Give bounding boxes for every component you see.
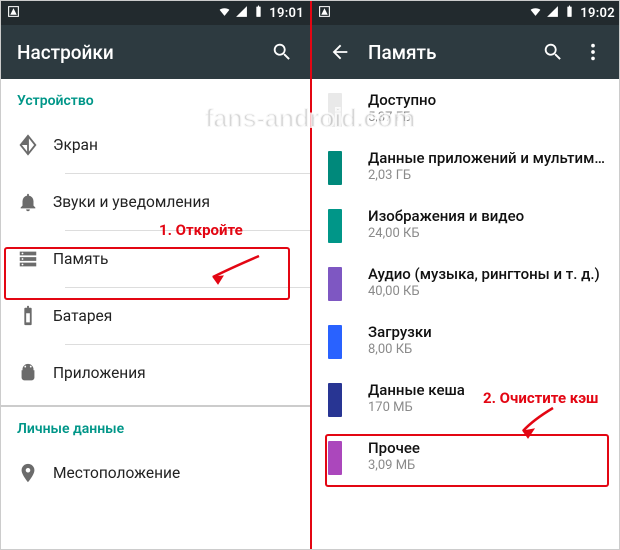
signal-icon <box>235 5 248 22</box>
settings-item-label: Экран <box>53 136 98 154</box>
status-time: 19:01 <box>269 6 304 21</box>
section-device: Устройство <box>1 79 310 117</box>
settings-item-display[interactable]: Экран <box>1 117 310 173</box>
settings-item-apps[interactable]: Приложения <box>1 345 310 401</box>
status-bar: 19:02 <box>312 1 620 25</box>
display-icon <box>17 134 53 156</box>
wifi-icon <box>529 5 542 22</box>
storage-row-title: Данные кеша <box>368 381 605 399</box>
apps-icon <box>17 362 53 384</box>
settings-item-label: Местоположение <box>53 464 180 482</box>
settings-item-battery[interactable]: Батарея <box>1 288 310 344</box>
search-icon <box>271 41 293 63</box>
storage-row-2[interactable]: Изображения и видео24,00 КБ <box>312 195 620 253</box>
storage-color-chip <box>328 441 342 475</box>
right-screen: 19:02 Память Доступно5,37 ГБДанные прило… <box>312 1 620 550</box>
battery-icon <box>563 5 576 22</box>
appbar-title: Память <box>368 41 533 64</box>
search-button[interactable] <box>262 32 302 72</box>
storage-color-chip <box>328 151 342 185</box>
storage-row-title: Загрузки <box>368 323 605 341</box>
storage-row-subtitle: 8,00 КБ <box>368 342 605 357</box>
storage-row-1[interactable]: Данные приложений и мультимедиа2,03 ГБ <box>312 137 620 195</box>
appbar-storage: Память <box>312 25 620 79</box>
storage-row-subtitle: 24,00 КБ <box>368 226 605 241</box>
overflow-button[interactable] <box>573 32 613 72</box>
search-button[interactable] <box>533 32 573 72</box>
storage-color-chip <box>328 209 342 243</box>
section-personal: Личные данные <box>1 407 310 445</box>
search-icon <box>542 41 564 63</box>
settings-item-storage[interactable]: Память <box>1 231 310 287</box>
wifi-icon <box>218 5 231 22</box>
settings-item-label: Память <box>53 250 108 268</box>
back-button[interactable] <box>320 32 360 72</box>
bell-icon <box>17 191 53 213</box>
storage-row-title: Доступно <box>368 91 605 109</box>
status-time: 19:02 <box>580 6 615 21</box>
storage-row-subtitle: 2,03 ГБ <box>368 168 605 183</box>
appbar-settings: Настройки <box>1 25 310 79</box>
storage-row-4[interactable]: Загрузки8,00 КБ <box>312 311 620 369</box>
storage-row-title: Изображения и видео <box>368 207 605 225</box>
status-bar: 19:01 <box>1 1 310 25</box>
settings-item-sound[interactable]: Звуки и уведомления <box>1 174 310 230</box>
settings-item-label: Звуки и уведомления <box>53 193 210 211</box>
storage-color-chip <box>328 383 342 417</box>
storage-color-chip <box>328 93 342 127</box>
storage-icon <box>17 248 53 270</box>
storage-row-title: Аудио (музыка, рингтоны и т. д.) <box>368 265 605 283</box>
storage-color-chip <box>328 325 342 359</box>
storage-row-3[interactable]: Аудио (музыка, рингтоны и т. д.)40,00 КБ <box>312 253 620 311</box>
back-icon <box>329 41 351 63</box>
storage-row-subtitle: 170 МБ <box>368 400 605 415</box>
storage-row-subtitle: 3,09 МБ <box>368 458 605 473</box>
storage-row-title: Данные приложений и мультимедиа <box>368 149 605 167</box>
storage-row-title: Прочее <box>368 439 605 457</box>
settings-item-location[interactable]: Местоположение <box>1 445 310 501</box>
storage-row-6[interactable]: Прочее3,09 МБ <box>312 427 620 485</box>
storage-row-subtitle: 5,37 ГБ <box>368 110 605 125</box>
appbar-title: Настройки <box>17 41 262 64</box>
battery-icon <box>17 305 53 327</box>
left-screen: 19:01 Настройки Устройство Экран Звуки и… <box>1 1 310 550</box>
storage-row-subtitle: 40,00 КБ <box>368 284 605 299</box>
storage-list: Доступно5,37 ГБДанные приложений и мульт… <box>312 79 620 485</box>
battery-icon <box>252 5 265 22</box>
storage-row-5[interactable]: Данные кеша170 МБ <box>312 369 620 427</box>
storage-row-0[interactable]: Доступно5,37 ГБ <box>312 79 620 137</box>
debug-icon <box>7 5 20 22</box>
storage-color-chip <box>328 267 342 301</box>
location-icon <box>17 462 53 484</box>
settings-item-label: Приложения <box>53 364 146 382</box>
signal-icon <box>546 5 559 22</box>
settings-item-label: Батарея <box>53 307 112 325</box>
debug-icon <box>318 5 331 22</box>
more-icon <box>582 41 604 63</box>
